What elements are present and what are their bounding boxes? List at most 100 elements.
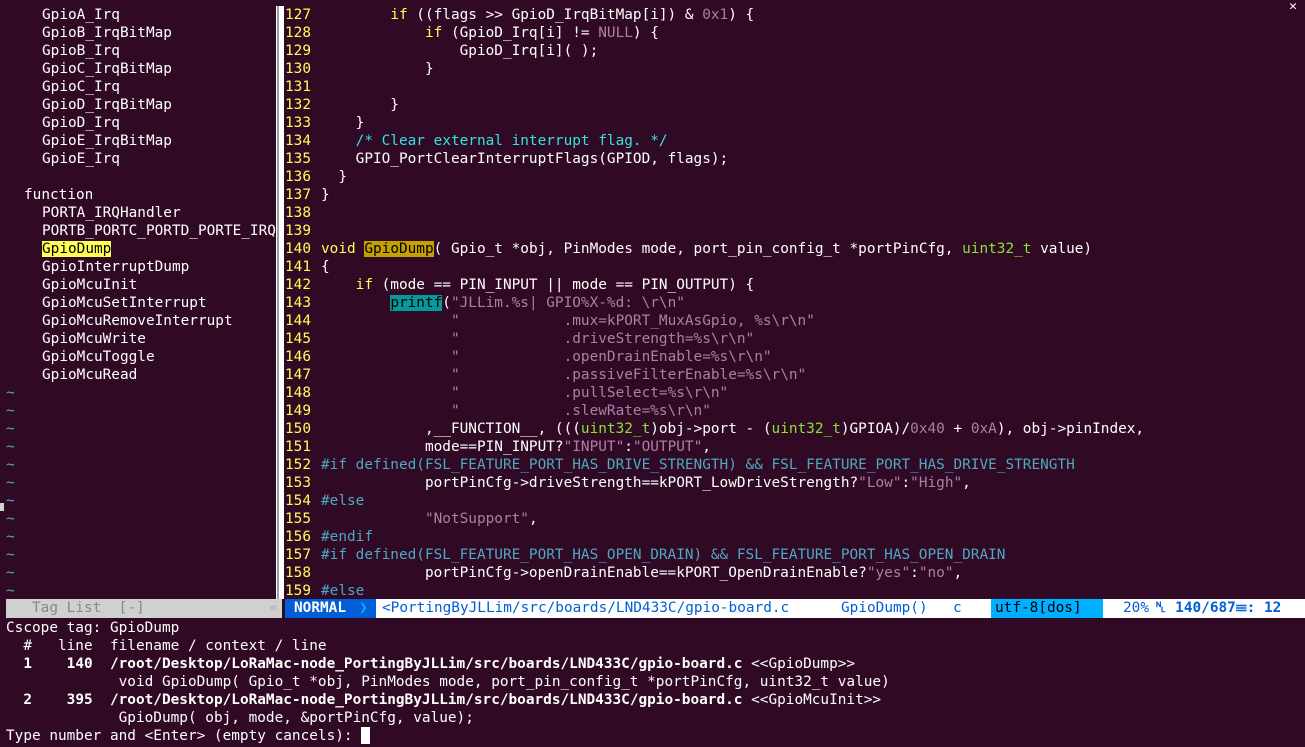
code-line[interactable]: 144 " .mux=kPORT_MuxAsGpio, %s\r\n" xyxy=(285,312,1305,330)
cscope-prompt-line[interactable]: Type number and <Enter> (empty cancels): xyxy=(6,727,1305,745)
code-line[interactable]: 143 printf("JLLim.%s| GPIO%X-%d: \r\n" xyxy=(285,294,1305,312)
tagbar-status-label: Tag List [-] xyxy=(32,600,145,616)
code-line[interactable]: 151 mode==PIN_INPUT?"INPUT":"OUTPUT", xyxy=(285,438,1305,456)
code-line[interactable]: 141 { xyxy=(285,258,1305,276)
code-line[interactable]: 135 GPIO_PortClearInterruptFlags(GPIOD, … xyxy=(285,150,1305,168)
code-line[interactable]: 127 if ((flags >> GpioD_IrqBitMap[i]) & … xyxy=(285,6,1305,24)
code-line[interactable]: 155 "NotSupport", xyxy=(285,510,1305,528)
result-tag: <<GpioDump>> xyxy=(751,656,856,672)
cscope-tag-line: Cscope tag: GpioDump xyxy=(6,620,180,636)
tagbar-item[interactable]: GpioB_IrqBitMap xyxy=(6,24,276,42)
code-line[interactable]: 128 if (GpioD_Irq[i] != NULL) { xyxy=(285,24,1305,42)
code-line[interactable]: 139 xyxy=(285,222,1305,240)
tagbar-item-label: GpioC_Irq xyxy=(42,79,120,95)
code-line[interactable]: 142 if (mode == PIN_INPUT || mode == PIN… xyxy=(285,276,1305,294)
line-number: 145 xyxy=(285,331,311,347)
code-line[interactable]: 137} xyxy=(285,186,1305,204)
line-number: 156 xyxy=(285,529,311,545)
tagbar-status-line: Tag List [-] « xyxy=(6,599,282,618)
result-tag: <<GpioMcuInit>> xyxy=(751,692,882,708)
line-number: 141 xyxy=(285,259,311,275)
tagbar-item-label: GpioC_IrqBitMap xyxy=(42,61,172,77)
tagbar-item[interactable]: GpioC_IrqBitMap xyxy=(6,60,276,78)
result-context: GpioDump( obj, mode, &portPinCfg, value)… xyxy=(118,710,474,726)
code-line[interactable]: 159 #else xyxy=(285,582,1305,599)
tagbar-function-item-label: GpioMcuInit xyxy=(42,277,138,293)
code-line[interactable]: 147 " .passiveFilterEnable=%s\r\n" xyxy=(285,366,1305,384)
tagbar-item[interactable]: GpioE_Irq xyxy=(6,150,276,168)
tagbar-function-item[interactable]: GpioMcuToggle xyxy=(6,348,276,366)
code-text: if (mode == PIN_INPUT || mode == PIN_OUT… xyxy=(355,277,755,293)
tagbar-item-label: GpioD_IrqBitMap xyxy=(42,97,172,113)
vertical-split-separator[interactable] xyxy=(276,6,284,599)
code-editor-pane[interactable]: 127 if ((flags >> GpioD_IrqBitMap[i]) & … xyxy=(285,6,1305,599)
tagbar-function-item[interactable]: PORTA_IRQHandler xyxy=(6,204,276,222)
code-line[interactable]: 150 ,__FUNCTION__, (((uint32_t)obj->port… xyxy=(285,420,1305,438)
tagbar-function-item[interactable]: GpioMcuRead xyxy=(6,366,276,384)
code-line[interactable]: 156 #endif xyxy=(285,528,1305,546)
empty-line-tilde: ~ xyxy=(6,511,15,527)
tagbar-function-item-label: PORTA_IRQHandler xyxy=(42,205,181,221)
code-text: " .mux=kPORT_MuxAsGpio, %s\r\n" xyxy=(450,313,815,329)
code-line[interactable]: 133 } xyxy=(285,114,1305,132)
tagbar-item[interactable]: GpioA_Irq xyxy=(6,6,276,24)
code-line[interactable]: 145 " .driveStrength=%s\r\n" xyxy=(285,330,1305,348)
code-line[interactable]: 149 " .slewRate=%s\r\n" xyxy=(285,402,1305,420)
result-number: 1 xyxy=(23,656,32,672)
line-number: 146 xyxy=(285,349,311,365)
code-line[interactable]: 129 GpioD_Irq[i]( ); xyxy=(285,42,1305,60)
empty-line-tilde: ~ xyxy=(6,547,15,563)
tagbar-function-item[interactable]: PORTB_PORTC_PORTD_PORTE_IRQHandler xyxy=(6,222,276,240)
empty-line-tilde: ~ xyxy=(6,439,15,455)
cscope-result-context-row: GpioDump( obj, mode, &portPinCfg, value)… xyxy=(6,709,1305,727)
code-line[interactable]: 146 " .openDrainEnable=%s\r\n" xyxy=(285,348,1305,366)
code-line[interactable]: 148 " .pullSelect=%s\r\n" xyxy=(285,384,1305,402)
code-line[interactable]: 153 portPinCfg->driveStrength==kPORT_Low… xyxy=(285,474,1305,492)
tagbar-function-item[interactable]: GpioMcuInit xyxy=(6,276,276,294)
tagbar-kind-function-label: function xyxy=(24,187,94,203)
tagbar-item[interactable]: GpioC_Irq xyxy=(6,78,276,96)
tagbar-item[interactable]: GpioB_Irq xyxy=(6,42,276,60)
code-line[interactable]: 130 } xyxy=(285,60,1305,78)
line-number: 134 xyxy=(285,133,311,149)
code-line[interactable]: 157 #if defined(FSL_FEATURE_PORT_HAS_OPEN… xyxy=(285,546,1305,564)
line-number: 128 xyxy=(285,25,311,41)
code-text: { xyxy=(321,259,330,275)
tagbar-item-label: GpioB_IrqBitMap xyxy=(42,25,172,41)
code-text: #if defined(FSL_FEATURE_PORT_HAS_DRIVE_S… xyxy=(321,457,1075,473)
tagbar-kind-function[interactable]: function xyxy=(6,186,276,204)
line-number: 153 xyxy=(285,475,311,491)
line-number: 127 xyxy=(285,7,311,23)
code-text: GPIO_PortClearInterruptFlags(GPIOD, flag… xyxy=(321,151,729,167)
code-line[interactable]: 140 void GpioDump( Gpio_t *obj, PinModes … xyxy=(285,240,1305,258)
tagbar-item[interactable]: GpioE_IrqBitMap xyxy=(6,132,276,150)
tagbar-function-item[interactable]: GpioMcuRemoveInterrupt xyxy=(6,312,276,330)
empty-line-tilde: ~ xyxy=(6,583,15,599)
cscope-result-row: 2 395 /root/Desktop/LoRaMac-node_Porting… xyxy=(6,691,1305,709)
code-line[interactable]: 131 xyxy=(285,78,1305,96)
tagbar-pane[interactable]: GpioA_Irq GpioB_IrqBitMap GpioB_Irq GpioC_I… xyxy=(6,6,276,599)
line-number: 157 xyxy=(285,547,311,563)
code-line[interactable]: 158 portPinCfg->openDrainEnable==kPORT_O… xyxy=(285,564,1305,582)
empty-line-tilde: ~ xyxy=(6,421,15,437)
code-line[interactable]: 152 #if defined(FSL_FEATURE_PORT_HAS_DRIV… xyxy=(285,456,1305,474)
code-text: void GpioDump( Gpio_t *obj, PinModes mod… xyxy=(321,241,1093,257)
tagbar-function-item[interactable]: GpioDump xyxy=(6,240,276,258)
code-line[interactable]: 138 xyxy=(285,204,1305,222)
tagbar-function-item[interactable]: GpioMcuWrite xyxy=(6,330,276,348)
code-line[interactable]: 136 } xyxy=(285,168,1305,186)
tagbar-function-item[interactable]: GpioMcuSetInterrupt xyxy=(6,294,276,312)
filetype-indicator: c xyxy=(953,600,962,616)
code-line[interactable]: 132 } xyxy=(285,96,1305,114)
tagbar-item[interactable]: GpioD_Irq xyxy=(6,114,276,132)
code-line[interactable]: 134 /* Clear external interrupt flag. */ xyxy=(285,132,1305,150)
cscope-prompt: Type number and <Enter> (empty cancels): xyxy=(6,728,362,744)
result-number: 2 xyxy=(23,692,32,708)
line-number: 130 xyxy=(285,61,311,77)
tagbar-item[interactable]: GpioD_IrqBitMap xyxy=(6,96,276,114)
tagbar-function-item[interactable]: GpioInterruptDump xyxy=(6,258,276,276)
line-number: 149 xyxy=(285,403,311,419)
code-line[interactable]: 154 #else xyxy=(285,492,1305,510)
line-number: 137 xyxy=(285,187,311,203)
line-number: 138 xyxy=(285,205,311,221)
